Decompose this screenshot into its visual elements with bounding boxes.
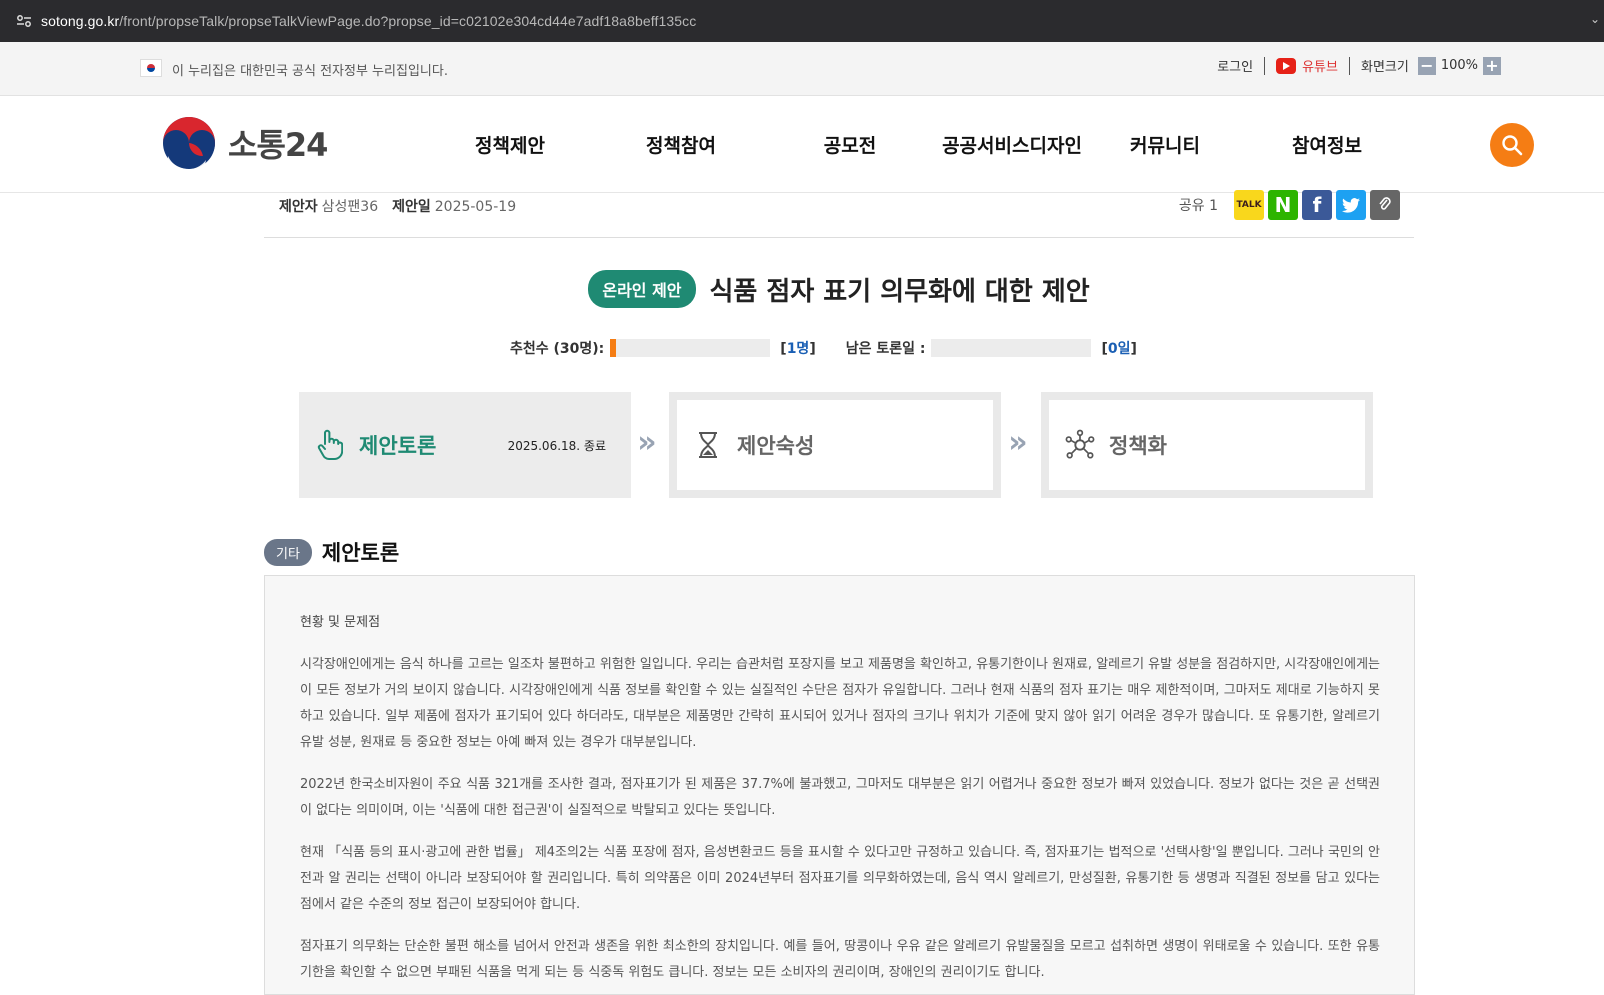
remaining-days-progress-bar [931, 339, 1092, 357]
nav-item-participation-info[interactable]: 참여정보 [1272, 131, 1382, 158]
proposer-label: 제안자 [279, 199, 318, 215]
recommend-progress-bar [610, 339, 771, 357]
naver-icon[interactable]: N [1268, 190, 1298, 220]
stage-name: 제안토론 [359, 434, 437, 458]
divider [1348, 56, 1350, 75]
nav-item-contest[interactable]: 공모전 [810, 131, 890, 158]
recommend-progress-fill [610, 339, 616, 357]
proposal-meta: 제안자 삼성팬36 제안일 2025-05-19 공유 1 TALK N f [264, 190, 1414, 238]
share-bar: 공유 1 TALK N f [1179, 190, 1400, 220]
content-paragraph: 현재 「식품 등의 표시·광고에 관한 법률」 제4조의2는 식품 포장에 점자… [300, 845, 1380, 912]
main-nav: 정책제안 정책참여 공모전 공공서비스디자인 커뮤니티 참여정보 [440, 96, 1382, 193]
stage-policy: 정책화 [1041, 392, 1373, 498]
proposal-stages: 제안토론 2025.06.18. 종료 » 제안숙성 » 정책화 [299, 392, 1375, 498]
share-count-label: 공유 1 [1179, 195, 1218, 215]
stage-maturation: 제안숙성 [669, 392, 1001, 498]
proposal-title-row: 온라인 제안 식품 점자 표기 의무화에 대한 제안 [0, 270, 1604, 308]
site-logo[interactable]: 소통24 [162, 116, 328, 170]
stage-end-date: 2025.06.18. 종료 [507, 439, 606, 453]
recommend-label: 추천수 (30명): [510, 341, 605, 357]
zoom-label: 화면크기 [1360, 60, 1409, 75]
proposal-type-badge: 온라인 제안 [588, 270, 696, 308]
remaining-days-count: [0일] [1101, 341, 1137, 357]
content-paragraph: 2022년 한국소비자원이 주요 식품 321개를 조사한 결과, 점자표기가 … [300, 777, 1380, 818]
recommend-count: [1명] [780, 341, 816, 357]
utility-links: 로그인 유튜브 화면크기 − 100% + [1217, 56, 1504, 75]
search-button[interactable] [1490, 123, 1534, 167]
kakaotalk-icon[interactable]: TALK [1234, 190, 1264, 220]
nav-item-policy-participation[interactable]: 정책참여 [626, 131, 736, 158]
proposal-date: 2025-05-19 [434, 199, 517, 215]
share-count: 1 [1209, 198, 1218, 214]
url-host: sotong.go.kr [41, 13, 120, 29]
url-path: /front/propseTalk/propseTalkViewPage.do?… [119, 13, 697, 29]
content-paragraph: 시각장애인에게는 음식 하나를 고르는 일조차 불편하고 위험한 일입니다. 우… [300, 657, 1380, 750]
gov-banner: 이 누리집은 대한민국 공식 전자정부 누리집입니다. 로그인 유튜브 화면크기… [0, 42, 1604, 96]
link-icon[interactable] [1370, 190, 1400, 220]
login-link[interactable]: 로그인 [1217, 56, 1253, 75]
share-label: 공유 [1178, 198, 1205, 214]
network-icon [1065, 428, 1095, 462]
youtube-label: 유튜브 [1302, 60, 1338, 75]
proposal-info: 제안자 삼성팬36 제안일 2025-05-19 [279, 196, 516, 216]
chevron-down-icon[interactable]: ⌄ [1590, 12, 1600, 26]
site-settings-icon[interactable] [15, 12, 33, 30]
youtube-link[interactable]: 유튜브 [1276, 56, 1338, 75]
nav-item-public-service-design[interactable]: 공공서비스디자인 [932, 131, 1092, 158]
divider [1264, 56, 1266, 75]
stage-name: 정책화 [1109, 434, 1167, 458]
site-header: 소통24 정책제안 정책참여 공모전 공공서비스디자인 커뮤니티 참여정보 [0, 96, 1604, 193]
zoom-out-button[interactable]: − [1417, 56, 1436, 75]
date-label: 제안일 [392, 199, 431, 215]
url-text[interactable]: sotong.go.kr/front/propseTalk/propseTalk… [41, 13, 696, 29]
gov-banner-text: 이 누리집은 대한민국 공식 전자정부 누리집입니다. [172, 64, 448, 79]
double-chevron-right-icon: » [637, 425, 657, 460]
section-title: 제안토론 [321, 541, 400, 565]
stage-name: 제안숙성 [737, 434, 815, 458]
youtube-icon [1276, 57, 1297, 74]
twitter-icon[interactable] [1336, 190, 1366, 220]
proposer-name: 삼성팬36 [321, 199, 379, 215]
hourglass-icon [693, 428, 723, 462]
search-icon [1502, 135, 1523, 156]
remaining-days-label: 남은 토론일 : [845, 341, 926, 357]
proposal-title: 식품 점자 표기 의무화에 대한 제안 [709, 276, 1090, 307]
taegeuk-logo-icon [163, 117, 215, 170]
content-heading: 현황 및 문제점 [300, 615, 381, 630]
remaining-days-value: 0일 [1107, 341, 1131, 357]
proposal-content: 현황 및 문제점 시각장애인에게는 음식 하나를 고르는 일조차 불편하고 위험… [264, 575, 1415, 995]
hand-pointer-icon [315, 428, 345, 462]
stage-discussion: 제안토론 2025.06.18. 종료 [299, 392, 631, 498]
nav-item-policy-proposal[interactable]: 정책제안 [440, 131, 580, 158]
double-chevron-right-icon: » [1008, 425, 1028, 460]
facebook-icon[interactable]: f [1302, 190, 1332, 220]
category-badge: 기타 [264, 538, 312, 566]
zoom-in-button[interactable]: + [1483, 56, 1501, 75]
proposal-stats: 추천수 (30명): [1명] 남은 토론일 : [0일] [510, 338, 1137, 358]
korea-flag-icon [140, 59, 162, 77]
recommend-count-value: 1명 [786, 341, 810, 357]
zoom-value: 100% [1440, 58, 1478, 73]
brand-name: 소통24 [228, 126, 328, 164]
section-header: 기타 제안토론 [264, 537, 399, 567]
browser-url-bar[interactable]: sotong.go.kr/front/propseTalk/propseTalk… [0, 0, 1604, 42]
nav-item-community[interactable]: 커뮤니티 [1110, 131, 1220, 158]
content-paragraph: 점자표기 의무화는 단순한 불편 해소를 넘어서 안전과 생존을 위한 최소한의… [300, 939, 1380, 980]
